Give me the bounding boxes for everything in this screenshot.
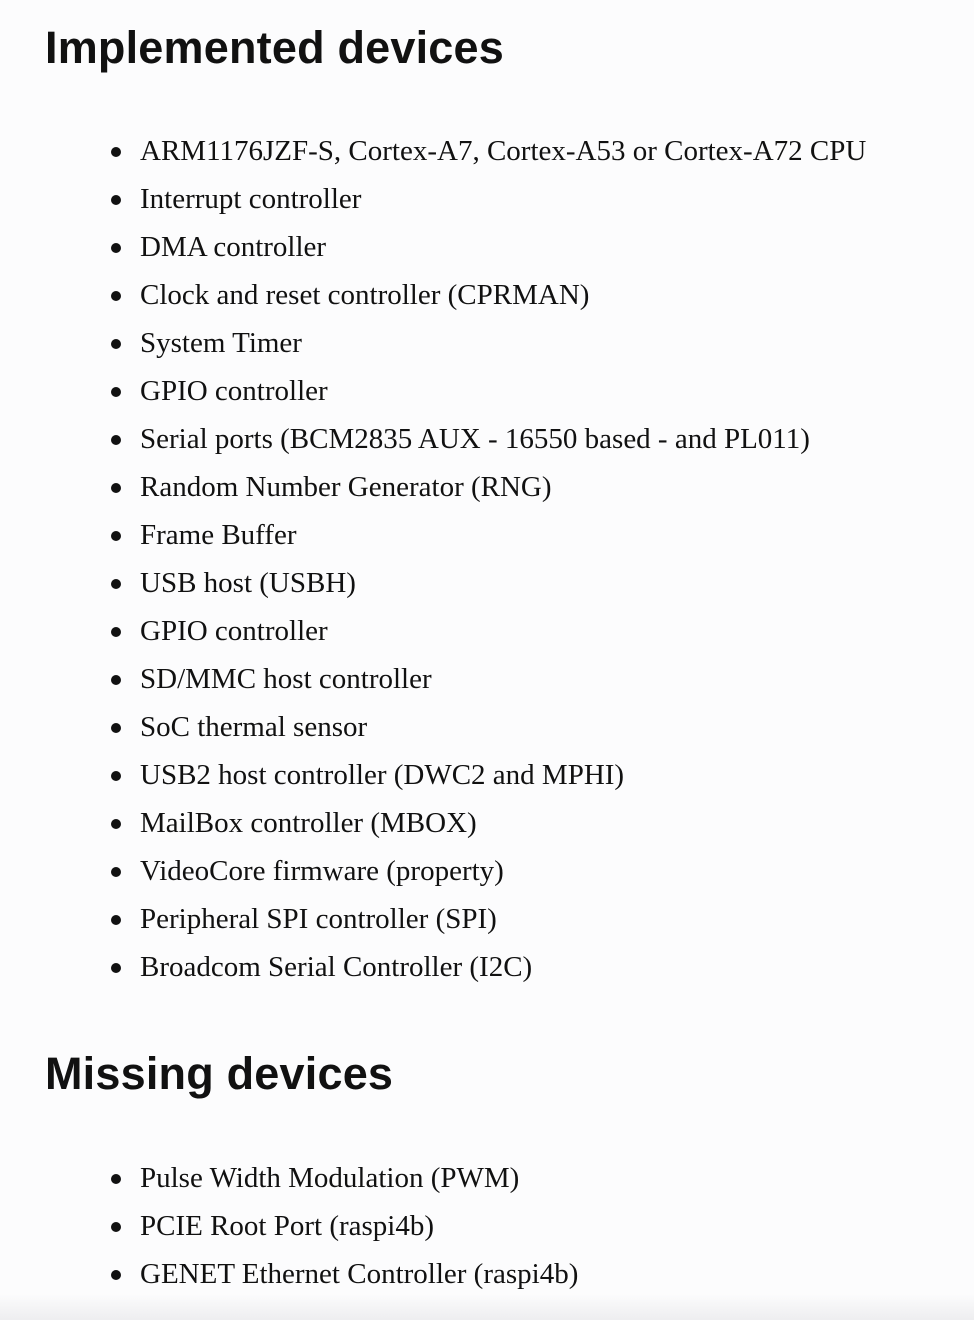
bullet-icon <box>111 339 121 349</box>
list-item-text: SoC thermal sensor <box>140 711 368 743</box>
list-item-text: ARM1176JZF-S, Cortex-A7, Cortex-A53 or C… <box>140 135 867 167</box>
list-item: GPIO controller <box>0 607 866 655</box>
list-item: MailBox controller (MBOX) <box>0 799 866 847</box>
bullet-icon <box>111 771 121 781</box>
bullet-icon <box>111 195 121 205</box>
list-item: USB2 host controller (DWC2 and MPHI) <box>0 751 866 799</box>
list-item-text: Broadcom Serial Controller (I2C) <box>140 951 533 983</box>
list-item: Random Number Generator (RNG) <box>0 463 866 511</box>
list-item-text: DMA controller <box>140 231 327 263</box>
missing-devices-heading: Missing devices <box>45 1048 394 1099</box>
list-item-text: GPIO controller <box>140 375 328 407</box>
list-item: GPIO controller <box>0 367 866 415</box>
bullet-icon <box>111 435 121 445</box>
list-item: System Timer <box>0 319 866 367</box>
list-item-text: GENET Ethernet Controller (raspi4b) <box>140 1258 579 1290</box>
bullet-icon <box>111 915 121 925</box>
list-item-text: Serial ports (BCM2835 AUX - 16550 based … <box>140 423 810 455</box>
bullet-icon <box>111 1222 121 1232</box>
bullet-icon <box>111 627 121 637</box>
list-item-text: Pulse Width Modulation (PWM) <box>140 1162 520 1194</box>
bullet-icon <box>111 867 121 877</box>
list-item: VideoCore firmware (property) <box>0 847 866 895</box>
list-item-text: SD/MMC host controller <box>140 663 432 695</box>
list-item-text: VideoCore firmware (property) <box>140 855 504 887</box>
list-item-text: Random Number Generator (RNG) <box>140 471 552 503</box>
list-item-text: PCIE Root Port (raspi4b) <box>140 1210 435 1242</box>
bullet-icon <box>111 819 121 829</box>
list-item: Clock and reset controller (CPRMAN) <box>0 271 866 319</box>
missing-devices-list: Pulse Width Modulation (PWM) PCIE Root Po… <box>0 1154 578 1298</box>
list-item: GENET Ethernet Controller (raspi4b) <box>0 1250 578 1298</box>
bullet-icon <box>111 387 121 397</box>
list-item-text: System Timer <box>140 327 302 359</box>
list-item-text: MailBox controller (MBOX) <box>140 807 477 839</box>
list-item: SD/MMC host controller <box>0 655 866 703</box>
list-item-text: Interrupt controller <box>140 183 362 215</box>
list-item: Broadcom Serial Controller (I2C) <box>0 943 866 991</box>
bullet-icon <box>111 723 121 733</box>
bullet-icon <box>111 483 121 493</box>
bottom-fade <box>0 1294 974 1320</box>
bullet-icon <box>111 963 121 973</box>
list-item: Pulse Width Modulation (PWM) <box>0 1154 578 1202</box>
bullet-icon <box>111 243 121 253</box>
list-item: PCIE Root Port (raspi4b) <box>0 1202 578 1250</box>
bullet-icon <box>111 147 121 157</box>
bullet-icon <box>111 1174 121 1184</box>
list-item-text: USB2 host controller (DWC2 and MPHI) <box>140 759 625 791</box>
bullet-icon <box>111 675 121 685</box>
list-item: Serial ports (BCM2835 AUX - 16550 based … <box>0 415 866 463</box>
list-item-text: Frame Buffer <box>140 519 297 551</box>
list-item-text: Clock and reset controller (CPRMAN) <box>140 279 590 311</box>
list-item: Frame Buffer <box>0 511 866 559</box>
list-item: ARM1176JZF-S, Cortex-A7, Cortex-A53 or C… <box>0 127 866 175</box>
list-item: DMA controller <box>0 223 866 271</box>
list-item-text: Peripheral SPI controller (SPI) <box>140 903 497 935</box>
list-item: Interrupt controller <box>0 175 866 223</box>
implemented-devices-heading: Implemented devices <box>45 22 504 73</box>
list-item-text: USB host (USBH) <box>140 567 356 599</box>
implemented-devices-list: ARM1176JZF-S, Cortex-A7, Cortex-A53 or C… <box>0 127 866 991</box>
bullet-icon <box>111 531 121 541</box>
list-item-text: GPIO controller <box>140 615 328 647</box>
list-item: USB host (USBH) <box>0 559 866 607</box>
list-item: Peripheral SPI controller (SPI) <box>0 895 866 943</box>
bullet-icon <box>111 1270 121 1280</box>
list-item: SoC thermal sensor <box>0 703 866 751</box>
bullet-icon <box>111 579 121 589</box>
bullet-icon <box>111 291 121 301</box>
